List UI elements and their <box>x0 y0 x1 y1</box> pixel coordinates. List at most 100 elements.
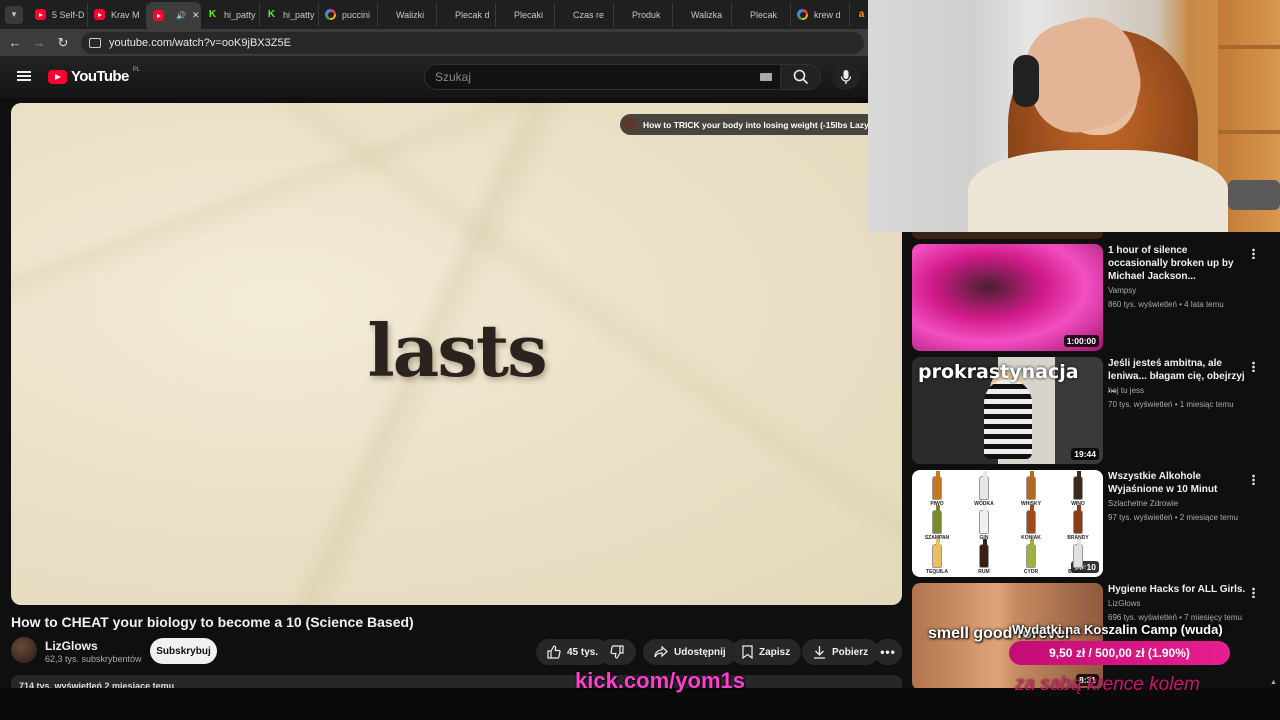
next-video-title: How to TRICK your body into losing weigh… <box>643 119 902 130</box>
search-input[interactable]: Szukaj <box>424 64 781 90</box>
thumbs-down-icon <box>610 645 624 659</box>
audio-playing-icon[interactable]: 🔊 <box>176 11 186 20</box>
back-button[interactable]: ← <box>3 35 27 50</box>
video-item-title[interactable]: Wszystkie Alkohole Wyjaśnione w 10 Minut <box>1108 470 1248 496</box>
video-duration: 19:44 <box>1071 448 1099 460</box>
bottle-icon <box>1026 505 1036 534</box>
video-duration: 1:00:00 <box>1063 335 1099 347</box>
voice-search-button[interactable] <box>832 64 860 90</box>
scroll-down-arrow[interactable]: ▲ <box>1270 679 1277 686</box>
video-thumbnail[interactable]: prokrastynacja 19:44 <box>912 357 1103 464</box>
bottle-icon <box>1026 471 1036 500</box>
browser-tab[interactable]: Walizka <box>673 2 732 27</box>
video-item-channel[interactable]: LizGlows <box>1108 599 1140 608</box>
kick-favicon-icon: K <box>267 9 276 20</box>
amazon-favicon-icon: a <box>858 9 865 20</box>
tab-label: krew d <box>814 9 841 20</box>
bottle-icon <box>979 505 989 534</box>
related-videos: 1:00:00 1 hour of silence occasionally b… <box>912 232 1268 690</box>
browser-tab[interactable]: a <box>850 3 868 27</box>
tab-label: hi_patty <box>283 9 315 20</box>
youtube-favicon-icon <box>153 10 164 21</box>
channel-avatar[interactable] <box>11 637 37 663</box>
kebab-menu-icon[interactable] <box>1252 474 1255 485</box>
thumb-person-body <box>984 379 1032 459</box>
video-item-channel[interactable]: hej tu jess <box>1108 386 1144 395</box>
tab-label: Plecak <box>750 9 778 20</box>
tab-label: Krav M <box>111 9 140 20</box>
video-thumbnail[interactable]: 10:10 PIWO WÓDKA WHISKY WINO SZAMPAN GIN KONIA… <box>912 470 1103 577</box>
tab-label: puccini <box>342 9 371 20</box>
kebab-menu-icon[interactable] <box>1252 361 1255 372</box>
browser-tab[interactable]: Produk <box>614 2 673 27</box>
browser-tab[interactable]: Krav M <box>88 2 147 27</box>
video-thumbnail[interactable]: 1:00:00 <box>912 244 1103 351</box>
download-icon <box>814 646 825 659</box>
more-actions-button[interactable]: ••• <box>874 639 902 665</box>
bottle-label: TEQUILA <box>926 569 948 575</box>
tab-label: Produk <box>632 9 661 20</box>
tab-label: Walizki <box>396 9 425 20</box>
share-icon <box>654 646 668 658</box>
video-item-title[interactable]: Hygiene Hacks for ALL Girls. <box>1108 583 1248 596</box>
video-item-title[interactable]: 1 hour of silence occasionally broken up… <box>1108 244 1248 283</box>
browser-tab[interactable]: puccini <box>319 2 378 27</box>
close-tab-icon[interactable]: ✕ <box>192 10 200 21</box>
download-button[interactable]: Pobierz <box>802 639 880 665</box>
related-video-item[interactable]: prokrastynacja 19:44 Jeśli jesteś ambitn… <box>912 357 1268 464</box>
video-item-channel[interactable]: Szlachetne Zdrowie <box>1108 499 1178 508</box>
youtube-wordmark: YouTube <box>71 68 129 85</box>
browser-tab[interactable]: Khi_patty <box>260 2 319 27</box>
webcam-person-shirt <box>968 150 1228 232</box>
bottle-icon <box>1073 471 1083 500</box>
webcam-shoes <box>1228 180 1280 210</box>
video-title: How to CHEAT your biology to become a 10… <box>11 614 414 630</box>
forward-button[interactable]: → <box>27 35 51 50</box>
related-video-item[interactable]: 10:10 PIWO WÓDKA WHISKY WINO SZAMPAN GIN KONIA… <box>912 470 1268 577</box>
menu-icon[interactable] <box>17 71 31 81</box>
next-video-chip[interactable]: How to TRICK your body into losing weigh… <box>620 114 902 135</box>
video-item-channel[interactable]: Vampsy <box>1108 286 1136 295</box>
kebab-menu-icon[interactable] <box>1252 587 1255 598</box>
kebab-menu-icon[interactable] <box>1252 248 1255 259</box>
browser-tab[interactable]: Khi_patty <box>201 2 260 27</box>
channel-name[interactable]: LizGlows <box>45 639 98 653</box>
browser-tab[interactable]: Plecaki <box>496 2 555 27</box>
channel-avatar-small <box>623 117 638 132</box>
tab-label: hi_patty <box>224 9 256 20</box>
youtube-header: YouTube PL Szukaj <box>0 56 868 98</box>
video-item-meta: 97 tys. wyświetleń • 2 miesiące temu <box>1108 513 1238 522</box>
keyboard-icon[interactable] <box>760 73 772 81</box>
country-code: PL <box>132 66 141 73</box>
donation-goal-bar: 9,50 zł / 500,00 zł (1.90%) <box>1009 641 1230 665</box>
browser-tab[interactable]: Walizki <box>378 2 437 27</box>
browser-tab[interactable]: krew d <box>791 2 850 27</box>
tab-label: 5 Self-D <box>52 9 85 20</box>
tab-label: Plecak d <box>455 9 490 20</box>
microphone-icon <box>840 70 852 84</box>
browser-tab[interactable]: 🔊 ✕ <box>147 2 201 29</box>
dislike-button[interactable] <box>598 639 636 665</box>
related-video-item[interactable]: 1:00:00 1 hour of silence occasionally b… <box>912 244 1268 351</box>
share-button[interactable]: Udostępnij <box>643 639 737 665</box>
browser-tab[interactable]: Plecak <box>732 2 791 27</box>
tab-label: Czas re <box>573 9 605 20</box>
reload-button[interactable]: ↻ <box>51 35 75 51</box>
url-bar[interactable]: youtube.com/watch?v=ooK9jBX3Z5E <box>81 31 864 54</box>
tab-search-button[interactable]: ▾ <box>5 5 23 24</box>
browser-tab[interactable]: Czas re <box>555 2 614 27</box>
browser-tab[interactable]: Plecak d <box>437 2 496 27</box>
video-player[interactable]: lasts How to TRICK your body into losing… <box>11 103 902 605</box>
kick-url-overlay: kick.com/yom1s <box>575 668 745 693</box>
subscribe-button[interactable]: Subskrybuj <box>150 638 217 664</box>
browser-tab[interactable]: 5 Self-D <box>29 2 88 27</box>
bookmark-icon <box>742 645 753 659</box>
site-info-icon[interactable] <box>89 37 101 48</box>
like-count: 45 tys. <box>567 646 599 658</box>
url-text: youtube.com/watch?v=ooK9jBX3Z5E <box>109 36 291 49</box>
search-button[interactable] <box>781 64 821 90</box>
address-bar-row: ← → ↻ youtube.com/watch?v=ooK9jBX3Z5E <box>0 29 868 56</box>
youtube-logo[interactable]: YouTube PL <box>48 66 141 85</box>
google-favicon-icon <box>797 9 808 20</box>
save-button[interactable]: Zapisz <box>731 639 802 665</box>
